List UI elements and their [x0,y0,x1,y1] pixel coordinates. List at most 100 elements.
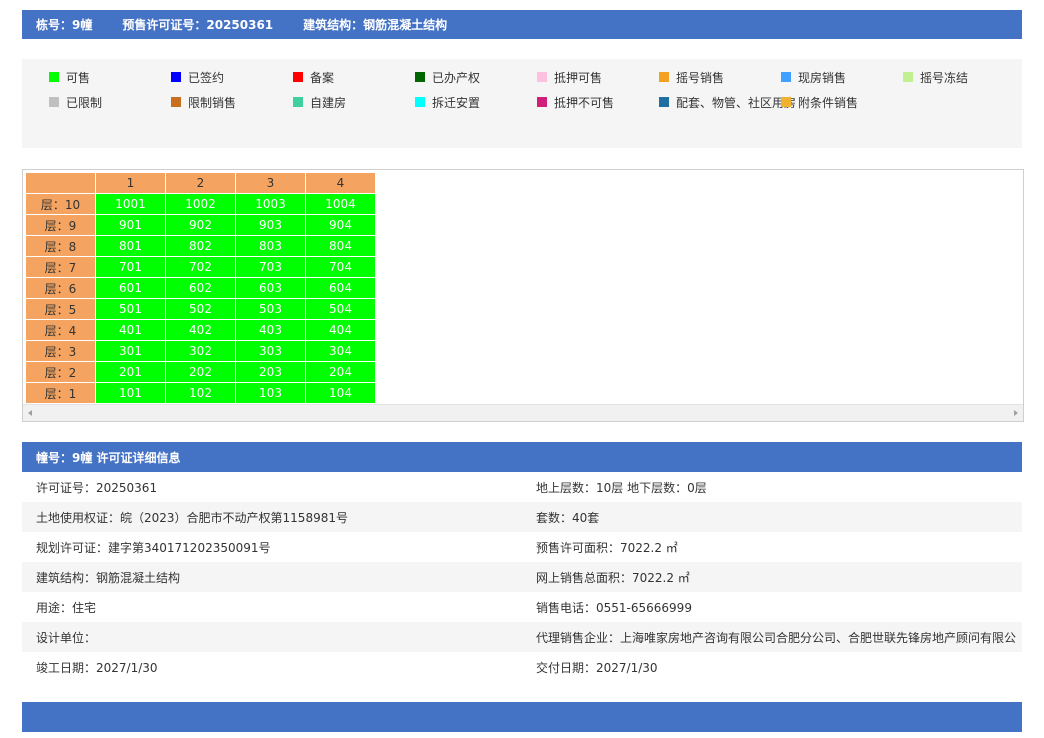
unit-cell[interactable]: 302 [165,340,236,362]
unit-cell[interactable]: 603 [235,277,306,299]
unit-cell[interactable]: 804 [305,235,376,257]
floor-label: 层：9 [25,214,96,236]
legend-item: 附条件销售 [781,92,858,112]
unit-cell[interactable]: 1004 [305,193,376,215]
floor-label: 层：2 [25,361,96,383]
unit-cell[interactable]: 502 [165,298,236,320]
legend-row: 已限制 限制销售 自建房 拆迁安置 抵押不可售 配套、物管、社区用房 附条件销售 [22,92,1022,117]
detail-row: 设计单位： 代理销售企业：上海唯家房地产咨询有限公司合肥分公司、合肥世联先锋房地产… [22,622,1022,652]
grid-floor-row: 层：7 701 702 703 704 [25,256,376,278]
detail-row: 土地使用权证：皖（2023）合肥市不动产权第1158981号 套数：40套 [22,502,1022,532]
unit-cell[interactable]: 403 [235,319,306,341]
legend-label: 附条件销售 [798,95,859,110]
detail-row: 建筑结构：钢筋混凝土结构 网上销售总面积：7022.2 ㎡ [22,562,1022,592]
detail-row: 规划许可证：建字第340171202350091号 预售许可面积：7022.2 ㎡ [22,532,1022,562]
unit-cell[interactable]: 601 [95,277,166,299]
legend-label: 限制销售 [188,95,237,110]
unit-cell[interactable]: 102 [165,382,236,404]
unit-cell[interactable]: 904 [305,214,376,236]
legend-item: 已签约 [171,67,224,87]
permit-detail-table: 许可证号：20250361 地上层数：10层 地下层数：0层土地使用权证：皖（20… [22,472,1022,682]
legend-item: 现房销售 [781,67,846,87]
detail-cell-right: 代理销售企业：上海唯家房地产咨询有限公司合肥分公司、合肥世联先锋房地产顾问有限公 [536,630,1017,645]
unit-cell[interactable]: 604 [305,277,376,299]
unit-cell[interactable]: 703 [235,256,306,278]
legend-item: 已限制 [49,92,102,112]
unit-cell[interactable]: 702 [165,256,236,278]
unit-cell[interactable]: 301 [95,340,166,362]
unit-cell[interactable]: 201 [95,361,166,383]
unit-cell[interactable]: 404 [305,319,376,341]
legend-label: 拆迁安置 [432,95,481,110]
grid-floor-row: 层：3 301 302 303 304 [25,340,376,362]
horizontal-scrollbar[interactable] [23,404,1023,421]
legend-swatch [415,97,425,107]
unit-cell[interactable]: 103 [235,382,306,404]
unit-cell[interactable]: 1002 [165,193,236,215]
legend-label: 抵押可售 [554,70,603,85]
unit-cell[interactable]: 504 [305,298,376,320]
unit-cell[interactable]: 304 [305,340,376,362]
legend-item: 抵押可售 [537,67,602,87]
floor-label: 层：7 [25,256,96,278]
unit-cell[interactable]: 902 [165,214,236,236]
unit-cell[interactable]: 501 [95,298,166,320]
unit-cell[interactable]: 602 [165,277,236,299]
unit-cell[interactable]: 402 [165,319,236,341]
detail-cell-left: 规划许可证：建字第340171202350091号 [36,540,271,555]
legend-item: 摇号冻结 [903,67,968,87]
grid-corner-cell [25,172,96,194]
unit-cell[interactable]: 903 [235,214,306,236]
detail-cell-left: 用途：住宅 [36,600,97,615]
footer-bar [22,702,1022,732]
legend-item: 配套、物管、社区用房 [659,92,796,112]
detail-cell-left: 许可证号：20250361 [36,480,158,495]
legend-swatch [171,97,181,107]
unit-cell[interactable]: 901 [95,214,166,236]
legend-swatch [293,72,303,82]
grid-floor-row: 层：10 1001 1002 1003 1004 [25,193,376,215]
unit-cell[interactable]: 1003 [235,193,306,215]
unit-cell[interactable]: 1001 [95,193,166,215]
floor-label: 层：5 [25,298,96,320]
legend-label: 可售 [66,70,91,85]
detail-cell-right: 地上层数：10层 地下层数：0层 [536,480,707,495]
legend-swatch [781,97,791,107]
grid-floor-row: 层：4 401 402 403 404 [25,319,376,341]
grid-floor-row: 层：8 801 802 803 804 [25,235,376,257]
legend-item: 可售 [49,67,90,87]
legend-label: 摇号销售 [676,70,725,85]
unit-cell[interactable]: 203 [235,361,306,383]
detail-cell-right: 套数：40套 [536,510,600,525]
scroll-left-icon[interactable] [28,410,32,416]
legend-item: 抵押不可售 [537,92,614,112]
scroll-right-icon[interactable] [1014,410,1018,416]
unit-cell[interactable]: 401 [95,319,166,341]
unit-cell[interactable]: 701 [95,256,166,278]
floor-label: 层：6 [25,277,96,299]
unit-cell[interactable]: 704 [305,256,376,278]
unit-cell[interactable]: 101 [95,382,166,404]
detail-cell-left: 土地使用权证：皖（2023）合肥市不动产权第1158981号 [36,510,348,525]
detail-row: 许可证号：20250361 地上层数：10层 地下层数：0层 [22,472,1022,502]
status-legend: 可售 已签约 备案 已办产权 抵押可售 摇号销售 现房销售 摇号冻结 已限制 限制销售 自建房 拆迁… [22,59,1022,148]
detail-cell-right: 交付日期：2027/1/30 [536,660,658,675]
unit-cell[interactable]: 303 [235,340,306,362]
unit-cell[interactable]: 801 [95,235,166,257]
detail-cell-left: 竣工日期：2027/1/30 [36,660,158,675]
floor-label: 层：4 [25,319,96,341]
unit-cell[interactable]: 202 [165,361,236,383]
unit-cell[interactable]: 104 [305,382,376,404]
unit-cell[interactable]: 803 [235,235,306,257]
unit-cell[interactable]: 802 [165,235,236,257]
legend-item: 拆迁安置 [415,92,480,112]
unit-cell[interactable]: 204 [305,361,376,383]
unit-grid-panel: 1234 层：10 1001 1002 1003 1004 层：9 901 902 903 904… [22,169,1024,422]
grid-column-header: 2 [165,172,236,194]
grid-column-header: 1 [95,172,166,194]
detail-cell-right: 网上销售总面积：7022.2 ㎡ [536,570,690,585]
legend-label: 摇号冻结 [920,70,969,85]
legend-swatch [49,72,59,82]
unit-cell[interactable]: 503 [235,298,306,320]
legend-swatch [537,72,547,82]
